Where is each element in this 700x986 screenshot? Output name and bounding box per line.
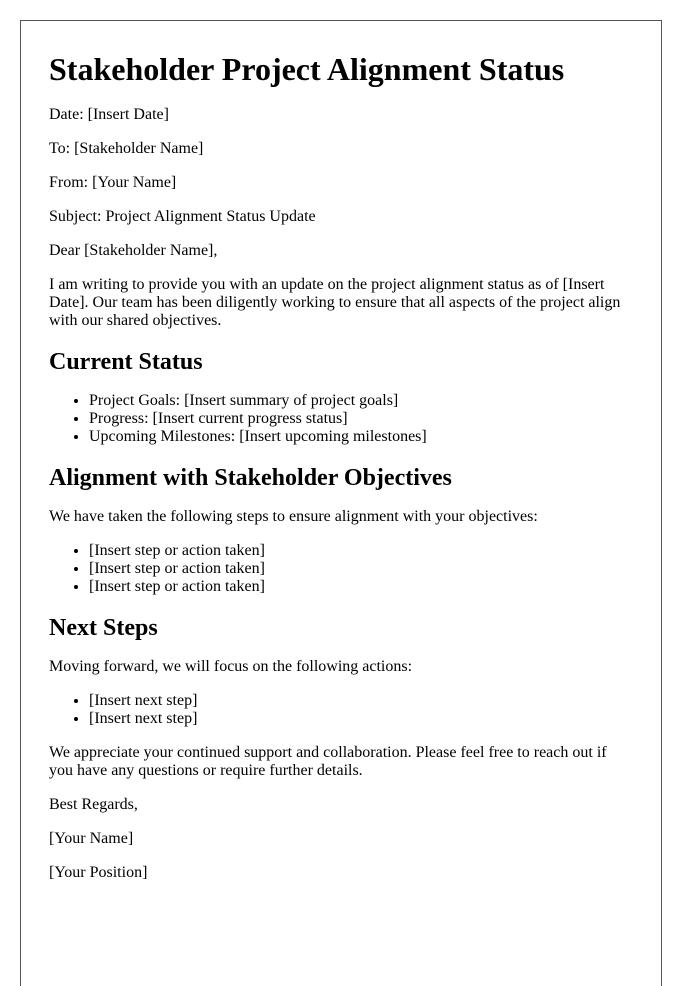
list-item: [Insert step or action taken]	[89, 542, 634, 560]
from-line: From: [Your Name]	[49, 174, 177, 191]
intro-paragraph: I am writing to provide you with an upda…	[49, 276, 621, 329]
alignment-list: [Insert step or action taken] [Insert st…	[49, 542, 634, 596]
subject-line: Subject: Project Alignment Status Update	[49, 208, 316, 225]
to-line: To: [Stakeholder Name]	[49, 140, 204, 157]
list-item: Project Goals: [Insert summary of projec…	[89, 392, 634, 410]
current-status-heading: Current Status	[49, 349, 203, 375]
current-status-list: Project Goals: [Insert summary of projec…	[49, 392, 634, 446]
list-item: [Insert next step]	[89, 692, 634, 710]
alignment-intro: We have taken the following steps to ens…	[49, 508, 538, 525]
next-steps-list: [Insert next step] [Insert next step]	[49, 692, 634, 728]
list-item: Upcoming Milestones: [Insert upcoming mi…	[89, 428, 634, 446]
list-item: [Insert step or action taken]	[89, 560, 634, 578]
letter-document: Stakeholder Project Alignment Status Dat…	[20, 20, 662, 986]
next-steps-intro: Moving forward, we will focus on the fol…	[49, 658, 413, 675]
date-line: Date: [Insert Date]	[49, 106, 169, 123]
signature-position: [Your Position]	[49, 864, 148, 881]
list-item: Progress: [Insert current progress statu…	[89, 410, 634, 428]
list-item: [Insert next step]	[89, 710, 634, 728]
signature-name: [Your Name]	[49, 830, 134, 847]
salutation: Dear [Stakeholder Name],	[49, 242, 218, 259]
closing-paragraph: We appreciate your continued support and…	[49, 744, 607, 779]
next-steps-heading: Next Steps	[49, 615, 158, 641]
list-item: [Insert step or action taken]	[89, 578, 634, 596]
alignment-heading: Alignment with Stakeholder Objectives	[49, 465, 452, 491]
signoff: Best Regards,	[49, 796, 138, 813]
document-title: Stakeholder Project Alignment Status	[49, 51, 565, 87]
